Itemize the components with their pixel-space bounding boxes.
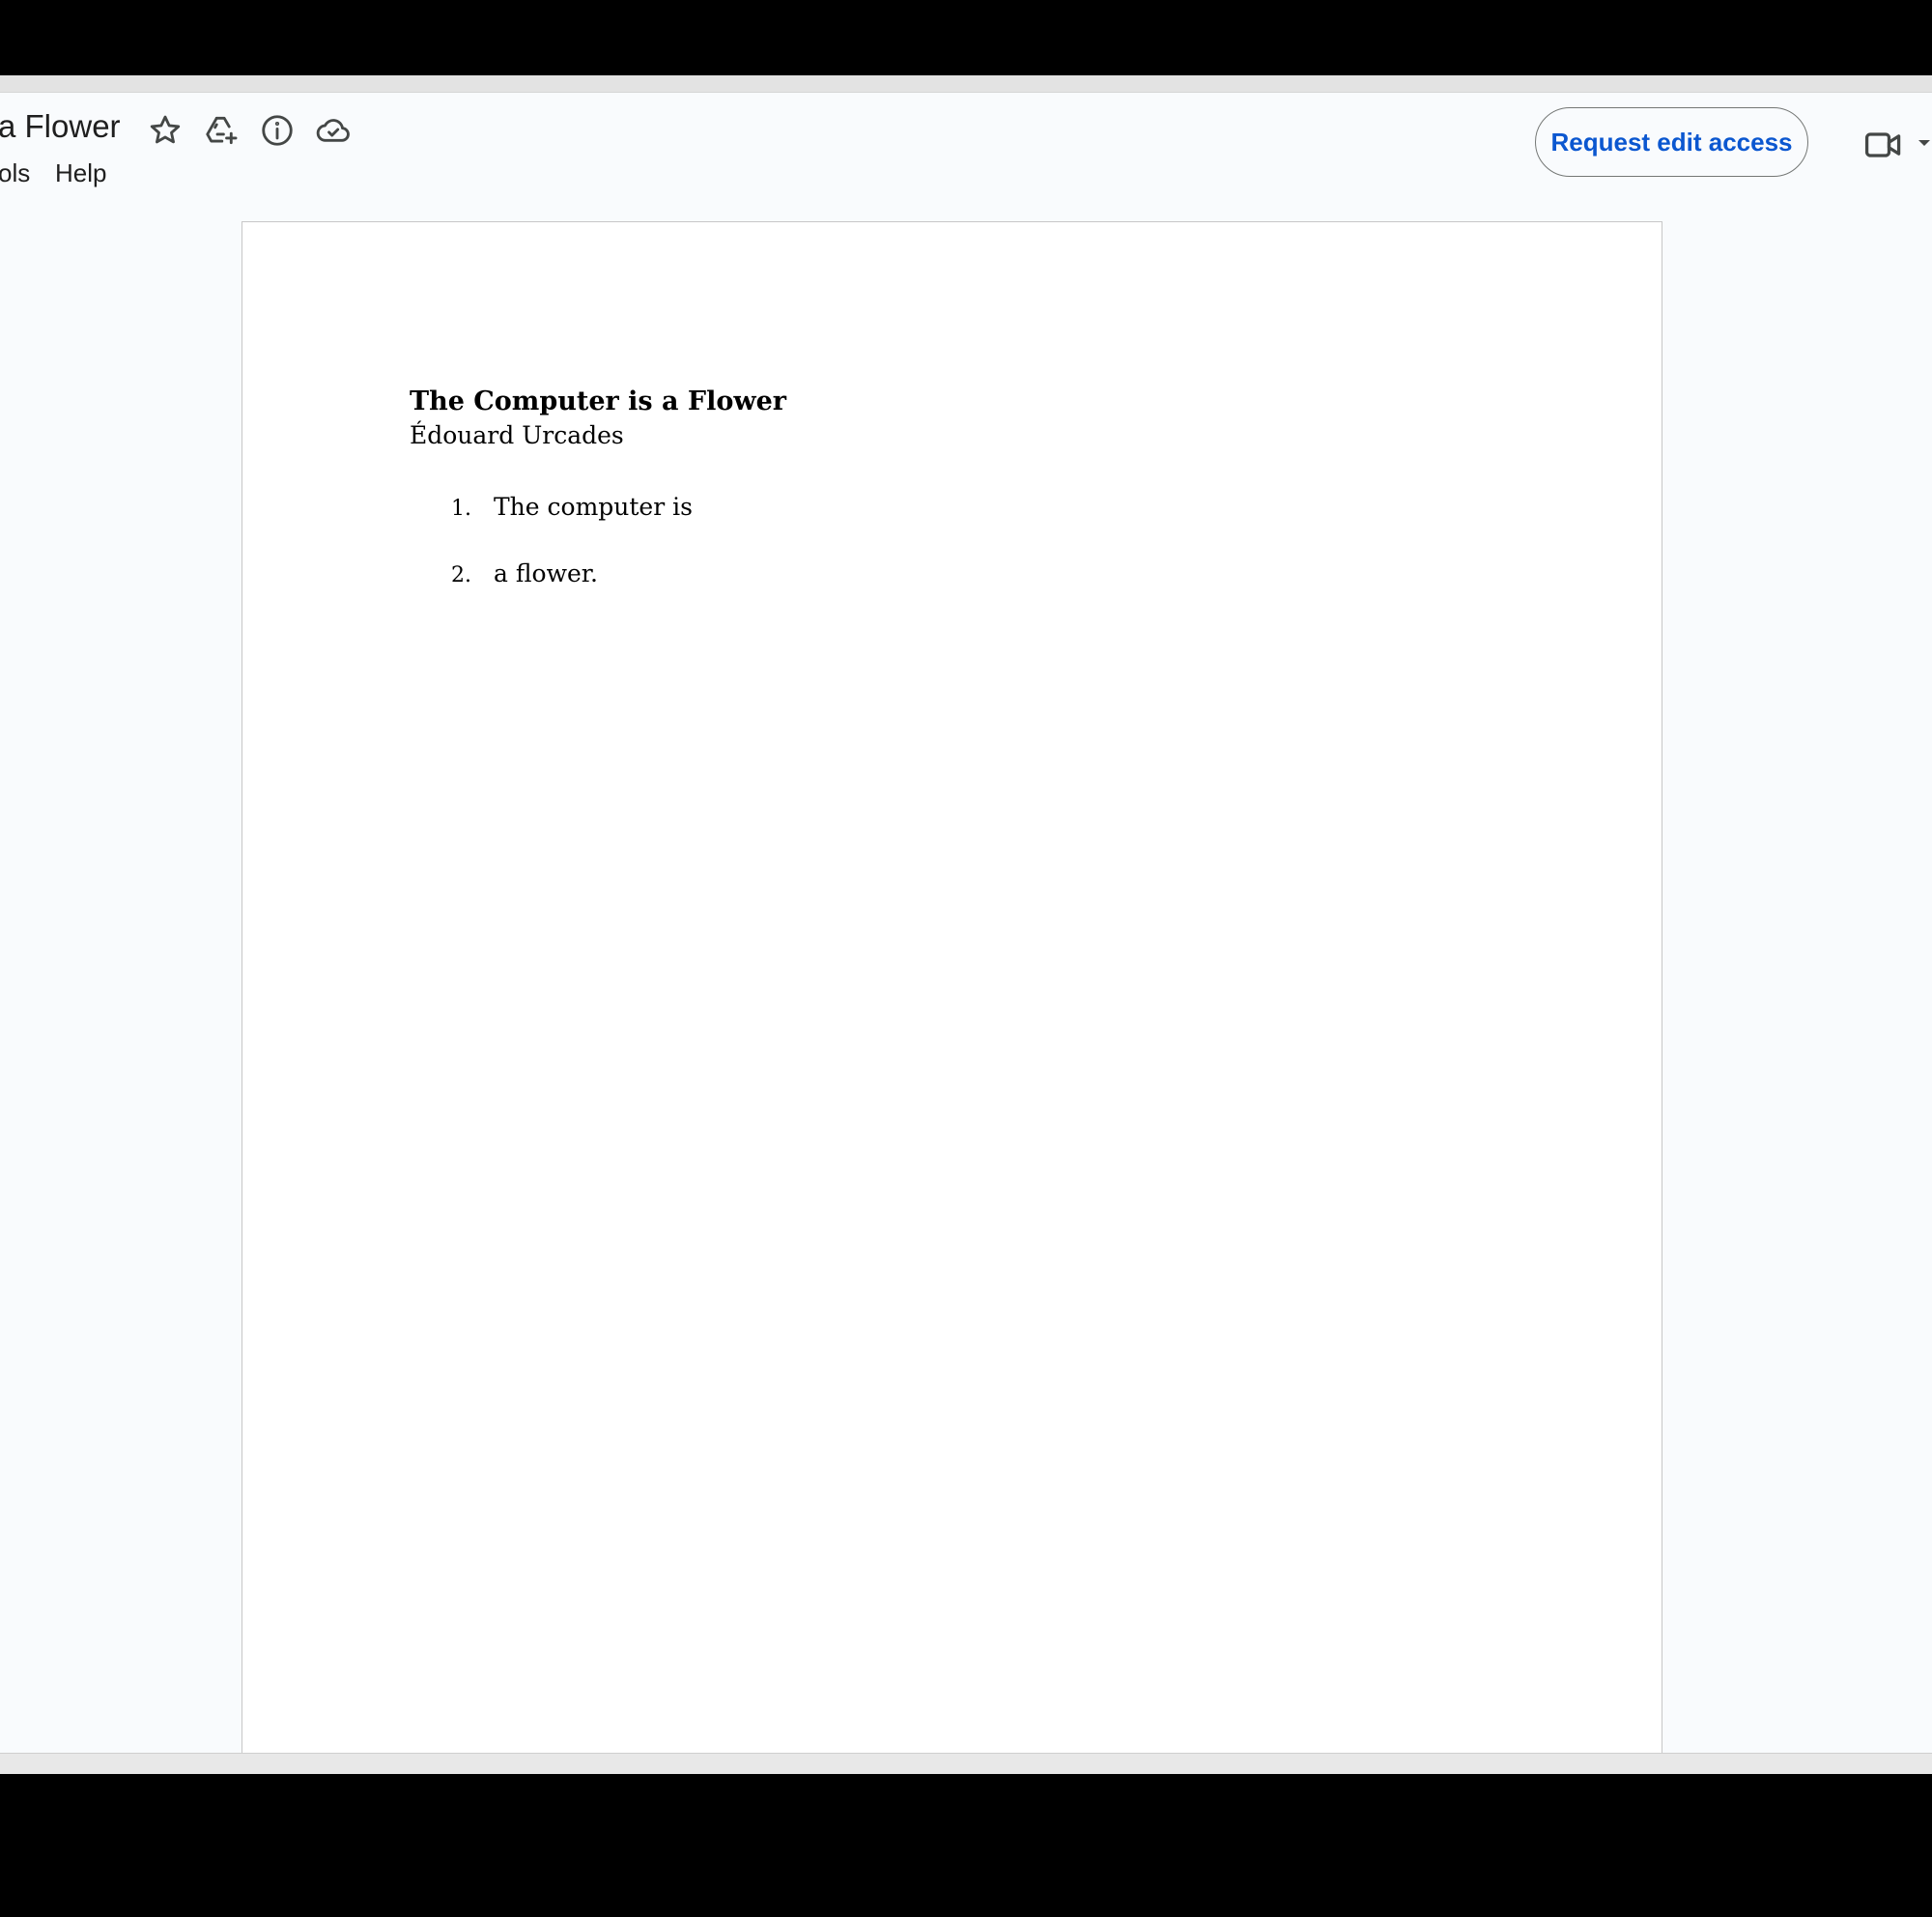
video-call-icon[interactable] xyxy=(1862,124,1905,166)
menu-tools[interactable]: ols xyxy=(0,158,30,188)
list-item: The computer is xyxy=(494,493,693,521)
bottom-letterbox xyxy=(0,1774,1932,1917)
document-author: Édouard Urcades xyxy=(410,421,624,449)
star-icon[interactable] xyxy=(147,112,184,149)
details-icon[interactable] xyxy=(259,112,296,149)
window-bottom-strip xyxy=(0,1753,1932,1774)
window-top-strip xyxy=(0,75,1932,93)
menu-help[interactable]: Help xyxy=(55,158,106,188)
move-to-drive-icon[interactable] xyxy=(203,112,240,149)
docs-window: a Flower ols Help Request edit access Th… xyxy=(0,75,1932,1774)
top-letterbox xyxy=(0,0,1932,75)
document-heading: The Computer is a Flower xyxy=(410,386,786,416)
list-item-number: 2. xyxy=(451,563,471,587)
list-item: a flower. xyxy=(494,559,598,587)
document-title[interactable]: a Flower xyxy=(0,108,121,145)
chevron-down-icon[interactable] xyxy=(1917,135,1932,151)
document-page[interactable]: The Computer is a Flower Édouard Urcades… xyxy=(242,221,1662,1774)
list-item-number: 1. xyxy=(451,497,471,521)
cloud-saved-icon[interactable] xyxy=(315,112,352,149)
request-edit-access-button[interactable]: Request edit access xyxy=(1535,107,1808,177)
